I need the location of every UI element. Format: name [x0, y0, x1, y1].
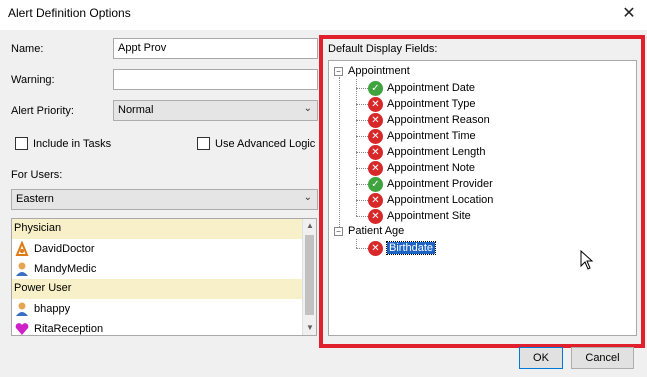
- user-name: RitaReception: [34, 323, 104, 335]
- tree-line: [356, 120, 368, 121]
- tree-node-appointment-reason[interactable]: ✕ Appointment Reason: [368, 112, 490, 128]
- collapse-icon[interactable]: −: [334, 67, 343, 76]
- ok-button-label: OK: [533, 352, 549, 364]
- user-name: MandyMedic: [34, 263, 97, 275]
- doctor-icon: [14, 240, 30, 257]
- tree-line: [356, 248, 368, 249]
- tree-node-label: Appointment Site: [387, 210, 471, 222]
- chevron-down-icon: ⌄: [303, 103, 312, 114]
- user-name: DavidDoctor: [34, 243, 95, 255]
- tree-node-appointment-time[interactable]: ✕ Appointment Time: [368, 128, 476, 144]
- tree-node-appointment-site[interactable]: ✕ Appointment Site: [368, 208, 471, 224]
- tree-node-appointment[interactable]: Appointment: [348, 63, 410, 79]
- check-icon: ✓: [368, 80, 383, 96]
- cancel-button-label: Cancel: [585, 352, 620, 364]
- x-circle-icon: ✕: [368, 96, 383, 112]
- tree-line: [356, 104, 368, 105]
- advanced-logic-checkbox[interactable]: [197, 137, 210, 150]
- user-icon: [14, 301, 30, 317]
- users-scrollbar[interactable]: ▲ ▼: [302, 219, 316, 335]
- display-fields-tree[interactable]: − Appointment ✓ Appointment Date ✕ Appoi…: [328, 60, 637, 336]
- tree-node-appointment-type[interactable]: ✕ Appointment Type: [368, 96, 475, 112]
- heart-icon: [14, 321, 30, 335]
- tree-node-label: Appointment: [348, 65, 410, 77]
- title-bar: Alert Definition Options ✕: [0, 0, 647, 30]
- tree-line: [356, 136, 368, 137]
- scroll-thumb[interactable]: [305, 235, 314, 315]
- display-fields-label: Default Display Fields:: [328, 43, 438, 55]
- window-title: Alert Definition Options: [8, 6, 131, 20]
- close-icon[interactable]: ✕: [619, 4, 639, 24]
- tree-node-label: Appointment Type: [387, 98, 476, 110]
- tree-line: [356, 239, 357, 248]
- tree-line: [356, 79, 357, 216]
- for-users-label: For Users:: [11, 169, 63, 181]
- user-name: bhappy: [34, 303, 71, 315]
- x-circle-icon: ✕: [368, 208, 383, 224]
- tree-node-label: Appointment Length: [387, 146, 486, 158]
- priority-value: Normal: [118, 104, 154, 116]
- for-users-select[interactable]: Eastern ⌄: [11, 189, 318, 210]
- tree-node-patient-age[interactable]: Patient Age: [348, 223, 404, 239]
- x-circle-icon: ✕: [368, 128, 383, 144]
- mouse-cursor-icon: [580, 250, 594, 270]
- tree-node-label: Appointment Date: [387, 82, 476, 94]
- group-label: Physician: [14, 222, 62, 234]
- warning-label: Warning:: [11, 74, 55, 86]
- x-circle-icon: ✕: [368, 240, 383, 256]
- tree-line: [356, 152, 368, 153]
- scroll-up-icon[interactable]: ▲: [303, 219, 316, 233]
- name-label: Name:: [11, 43, 44, 55]
- ok-button[interactable]: OK: [519, 347, 563, 369]
- tree-node-birthdate[interactable]: ✕ Birthdate: [368, 240, 437, 256]
- x-circle-icon: ✕: [368, 112, 383, 128]
- chevron-down-icon: ⌄: [303, 192, 312, 203]
- group-label: Power User: [14, 282, 72, 294]
- x-circle-icon: ✕: [368, 192, 383, 208]
- tree-line: [356, 168, 368, 169]
- scroll-down-icon[interactable]: ▼: [303, 321, 316, 335]
- x-circle-icon: ✕: [368, 160, 383, 176]
- for-users-value: Eastern: [16, 193, 54, 205]
- check-icon: ✓: [368, 176, 383, 192]
- tree-line: [356, 216, 368, 217]
- tree-node-label: Appointment Note: [387, 162, 476, 174]
- collapse-icon[interactable]: −: [334, 227, 343, 236]
- priority-label: Alert Priority:: [11, 105, 74, 117]
- tree-node-appointment-date[interactable]: ✓ Appointment Date: [368, 80, 475, 96]
- list-item[interactable]: RitaReception: [12, 319, 302, 335]
- group-row[interactable]: Power User: [12, 279, 302, 299]
- tree-line: [356, 88, 368, 89]
- name-input[interactable]: Appt Prov: [113, 38, 318, 59]
- tree-node-appointment-location[interactable]: ✕ Appointment Location: [368, 192, 493, 208]
- group-row[interactable]: Physician: [12, 219, 302, 239]
- list-item[interactable]: MandyMedic: [12, 259, 302, 279]
- user-icon: [14, 261, 30, 277]
- tree-line: [356, 184, 368, 185]
- cancel-button[interactable]: Cancel: [571, 347, 634, 369]
- priority-select[interactable]: Normal ⌄: [113, 100, 318, 121]
- users-list[interactable]: Physician DavidDoctor MandyMedic Power U…: [11, 218, 317, 336]
- tree-node-label: Appointment Provider: [387, 178, 493, 190]
- include-tasks-label: Include in Tasks: [33, 138, 112, 150]
- tree-line: [339, 77, 340, 227]
- include-tasks-checkbox[interactable]: [15, 137, 28, 150]
- tree-node-appointment-note[interactable]: ✕ Appointment Note: [368, 160, 475, 176]
- tree-node-label: Appointment Reason: [387, 114, 490, 126]
- tree-node-label: Birthdate: [385, 241, 437, 255]
- tree-node-label: Appointment Location: [387, 194, 494, 206]
- list-item[interactable]: DavidDoctor: [12, 239, 302, 259]
- tree-node-label: Patient Age: [348, 225, 405, 237]
- list-item[interactable]: bhappy: [12, 299, 302, 319]
- warning-input[interactable]: [113, 69, 318, 90]
- tree-node-label: Appointment Time: [387, 130, 476, 142]
- advanced-logic-label: Use Advanced Logic: [215, 138, 316, 150]
- tree-node-appointment-provider[interactable]: ✓ Appointment Provider: [368, 176, 493, 192]
- x-circle-icon: ✕: [368, 144, 383, 160]
- tree-node-appointment-length[interactable]: ✕ Appointment Length: [368, 144, 485, 160]
- tree-line: [356, 200, 368, 201]
